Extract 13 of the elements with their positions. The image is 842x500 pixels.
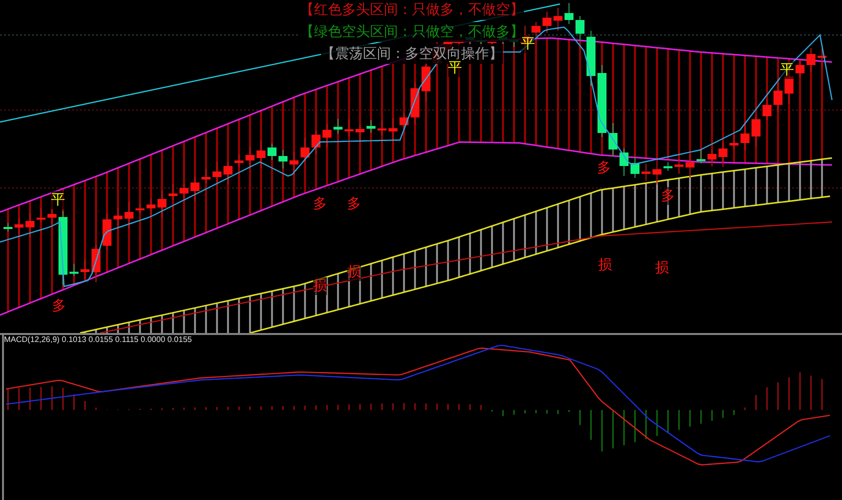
signal-marker: 损 [598, 256, 612, 274]
signal-marker: 多 [347, 195, 361, 213]
signal-marker: 多 [661, 187, 675, 205]
signal-marker: 平 [51, 191, 65, 209]
signal-marker: 损 [347, 263, 361, 281]
signal-marker: 损 [313, 277, 327, 295]
signal-marker: 多 [597, 159, 611, 177]
signal-marker: 多 [313, 195, 327, 213]
macd-label: MACD(12,26,9) 0.1013 0.0155 0.1115 0.0000 0.0155 [4, 335, 192, 344]
signal-marker: 平 [780, 61, 794, 79]
signal-marker: 损 [655, 259, 669, 277]
signal-marker: 多 [52, 297, 66, 315]
signal-marker: 平 [521, 35, 535, 53]
